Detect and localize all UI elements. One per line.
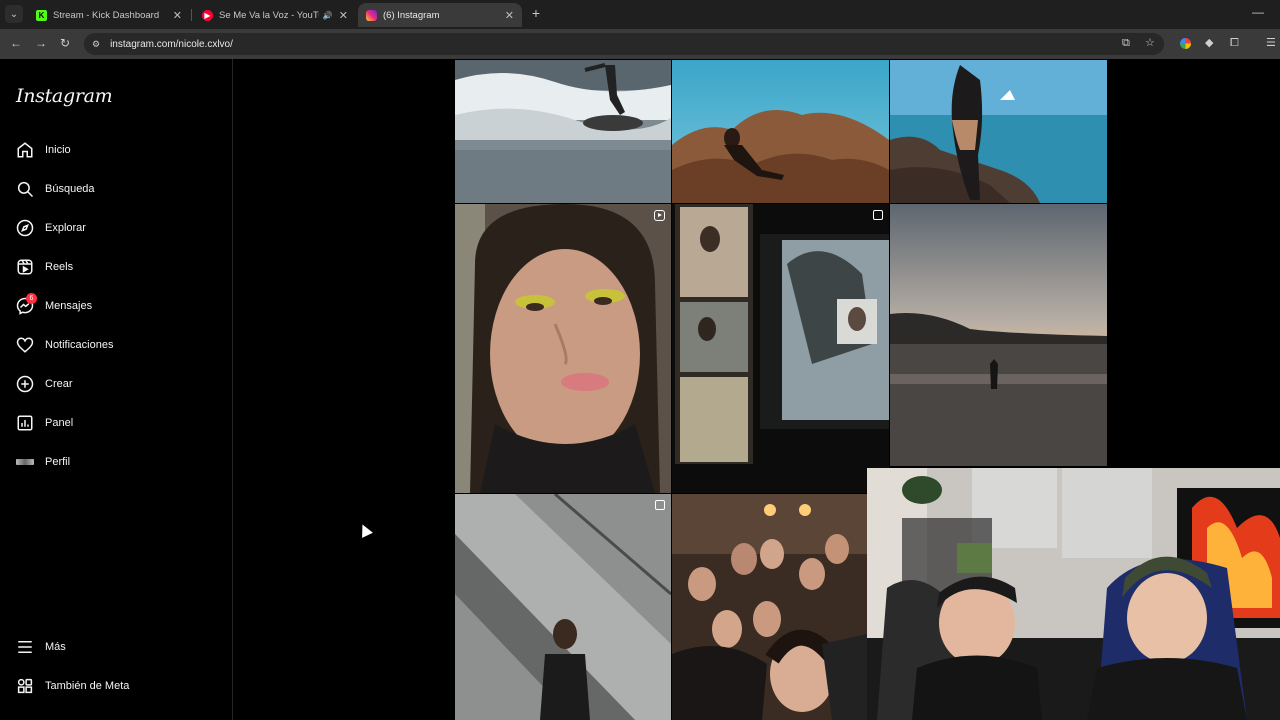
sidebar-item-label: Crear xyxy=(45,378,73,390)
close-icon[interactable]: ✕ xyxy=(173,9,182,22)
post-selfie[interactable] xyxy=(455,204,671,493)
bookmark-star-icon[interactable]: ☆ xyxy=(1145,36,1155,50)
browser-menu-icon[interactable]: ☰ xyxy=(1266,36,1276,50)
post-surf[interactable] xyxy=(455,60,671,203)
sidebar-item-label: Mensajes xyxy=(45,300,93,312)
post-film-strip[interactable] xyxy=(672,204,889,493)
browser-tab-bar: ⌄ K Stream - Kick Dashboard ✕ ▶ Se Me Va… xyxy=(0,0,1280,29)
sidebar-item-inicio[interactable]: Inicio xyxy=(16,138,71,162)
menu-icon xyxy=(16,638,34,656)
forward-arrow-icon[interactable]: → xyxy=(35,36,47,50)
notification-badge: 6 xyxy=(26,293,37,304)
close-icon[interactable]: ✕ xyxy=(505,9,514,22)
sidebar: Instagram Inicio Búsqueda Explorar Reels… xyxy=(0,59,233,720)
tab-search-button[interactable]: ⌄ xyxy=(5,5,23,23)
webcam-image xyxy=(867,468,1280,720)
post-image xyxy=(672,204,889,493)
meta-apps-icon xyxy=(16,677,34,695)
minimize-icon[interactable]: — xyxy=(1252,5,1264,19)
extension-icon[interactable] xyxy=(1180,38,1191,49)
post-image xyxy=(890,204,1107,466)
sidebar-item-label: Perfil xyxy=(45,456,71,468)
close-icon[interactable]: ✕ xyxy=(339,9,348,22)
post-image xyxy=(672,60,889,203)
carousel-icon xyxy=(873,210,883,220)
post-image xyxy=(455,60,671,203)
reels-icon xyxy=(16,258,34,276)
messenger-icon: 6 xyxy=(16,293,37,315)
instagram-logo[interactable]: Instagram xyxy=(16,85,113,107)
extensions-puzzle-icon[interactable]: ⧠ xyxy=(1230,36,1239,50)
new-tab-button[interactable]: + xyxy=(528,5,544,21)
tab-title: (6) Instagram xyxy=(383,9,440,21)
mouse-cursor xyxy=(357,521,373,538)
sidebar-item-label: Notificaciones xyxy=(45,339,114,351)
sidebar-item-mensajes[interactable]: 6 Mensajes xyxy=(16,293,93,318)
post-rocks-standing[interactable] xyxy=(890,60,1107,203)
reel-icon xyxy=(654,210,665,221)
carousel-icon xyxy=(655,500,665,510)
sidebar-item-label: Reels xyxy=(45,261,74,273)
tab-separator xyxy=(191,9,192,21)
sidebar-item-tambien-de-meta[interactable]: También de Meta xyxy=(16,674,129,698)
tab-title: Se Me Va la Voz - YouTube xyxy=(219,9,319,21)
tab-kick[interactable]: K Stream - Kick Dashboard ✕ xyxy=(28,3,190,27)
home-icon xyxy=(16,141,34,159)
address-bar[interactable]: ⚙ instagram.com/nicole.cxlvo/ xyxy=(84,33,1164,55)
kick-icon: K xyxy=(36,9,47,21)
heart-icon xyxy=(16,336,34,354)
sidebar-item-explorar[interactable]: Explorar xyxy=(16,216,86,240)
post-sunset-beach[interactable] xyxy=(890,204,1107,466)
sidebar-item-panel[interactable]: Panel xyxy=(16,411,73,435)
sidebar-item-crear[interactable]: Crear xyxy=(16,372,73,396)
sidebar-item-label: Más xyxy=(45,641,66,653)
url-text: instagram.com/nicole.cxlvo/ xyxy=(110,38,233,50)
tab-instagram[interactable]: (6) Instagram ✕ xyxy=(358,3,522,27)
site-settings-icon[interactable]: ⚙ xyxy=(92,39,100,50)
compass-icon xyxy=(16,219,34,237)
extension-diamond-icon[interactable]: ◆ xyxy=(1205,36,1213,50)
post-image xyxy=(672,494,867,720)
sidebar-item-notificaciones[interactable]: Notificaciones xyxy=(16,333,113,357)
sidebar-item-mas[interactable]: Más xyxy=(16,635,66,659)
browser-toolbar: ← → ↻ ⚙ instagram.com/nicole.cxlvo/ ⧉ ☆ … xyxy=(0,29,1280,59)
sidebar-item-label: También de Meta xyxy=(45,680,130,692)
sidebar-item-busqueda[interactable]: Búsqueda xyxy=(16,177,95,201)
post-image xyxy=(455,494,671,720)
sidebar-item-reels[interactable]: Reels xyxy=(16,255,73,279)
chart-icon xyxy=(16,414,34,432)
install-app-icon[interactable]: ⧉ xyxy=(1122,36,1130,50)
sidebar-item-label: Explorar xyxy=(45,222,86,234)
post-rocks-sitting[interactable] xyxy=(672,60,889,203)
speaker-icon[interactable]: 🔊 xyxy=(323,11,333,20)
post-group-photo[interactable] xyxy=(672,494,867,720)
search-icon xyxy=(16,180,34,198)
webcam-overlay xyxy=(867,468,1280,720)
youtube-icon: ▶ xyxy=(202,9,213,21)
plus-square-icon xyxy=(16,375,34,393)
tab-title: Stream - Kick Dashboard xyxy=(53,9,160,21)
reload-icon[interactable]: ↻ xyxy=(60,36,70,50)
post-image xyxy=(455,204,671,493)
tab-youtube[interactable]: ▶ Se Me Va la Voz - YouTube 🔊 ✕ xyxy=(194,3,356,27)
post-image xyxy=(890,60,1107,203)
sidebar-item-label: Panel xyxy=(45,417,74,429)
instagram-icon xyxy=(366,9,377,21)
back-arrow-icon[interactable]: ← xyxy=(10,36,22,50)
profile-avatar xyxy=(16,453,34,471)
post-wall-portrait[interactable] xyxy=(455,494,671,720)
sidebar-item-label: Búsqueda xyxy=(45,183,95,195)
sidebar-item-label: Inicio xyxy=(45,144,71,156)
sidebar-item-perfil[interactable]: Perfil xyxy=(16,450,70,474)
